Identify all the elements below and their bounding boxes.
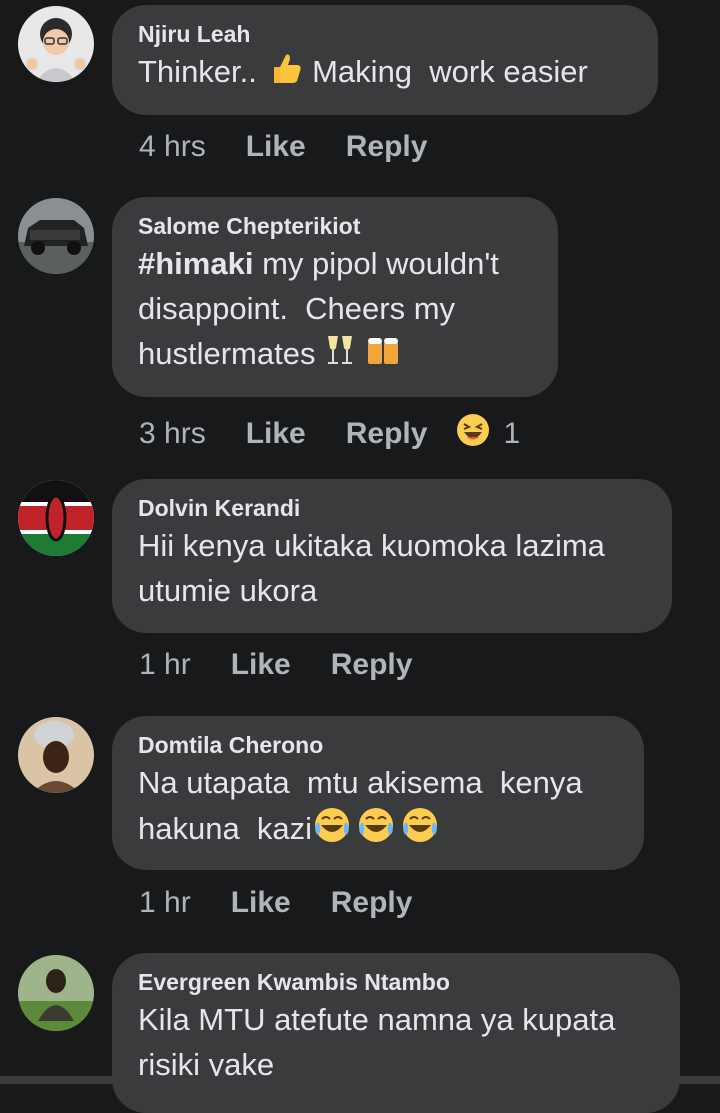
profile-picture-icon (18, 198, 94, 274)
commenter-name[interactable]: Njiru Leah (138, 19, 632, 49)
like-button[interactable]: Like (231, 648, 291, 682)
profile-picture-icon (18, 6, 94, 82)
comment-text: Kila MTU atefute namna ya kupata risiki … (138, 1002, 616, 1082)
comment-text: #himaki my pipol wouldn't disappoint. Ch… (138, 241, 532, 380)
profile-picture-icon (18, 480, 94, 556)
comment-text: Hii kenya ukitaka kuomoka lazima utumie … (138, 528, 605, 608)
haha-reaction-icon (455, 412, 491, 456)
commenter-name[interactable]: Domtila Cherono (138, 730, 618, 760)
avatar[interactable] (18, 198, 94, 274)
tears-of-joy-emoji-icon (312, 805, 444, 857)
comment-time[interactable]: 4 hrs (139, 130, 206, 164)
reply-button[interactable]: Reply (346, 417, 428, 451)
commenter-name[interactable]: Dolvin Kerandi (138, 493, 646, 523)
like-button[interactable]: Like (231, 886, 291, 920)
commenter-name[interactable]: Salome Chepterikiot (138, 211, 532, 241)
bottom-bar-edge (0, 1076, 720, 1084)
avatar[interactable] (18, 717, 94, 793)
champagne-and-beer-emoji-icon (324, 332, 404, 380)
avatar[interactable] (18, 955, 94, 1031)
comment-time[interactable]: 1 hr (139, 886, 191, 920)
comment-bubble: Evergreen Kwambis Ntambo Kila MTU atefut… (112, 953, 680, 1113)
hashtag-link[interactable]: #himaki (138, 246, 253, 281)
avatar[interactable] (18, 480, 94, 556)
comment-bubble: Dolvin Kerandi Hii kenya ukitaka kuomoka… (112, 479, 672, 633)
reply-button[interactable]: Reply (331, 648, 413, 682)
thumbs-up-emoji-icon (266, 49, 304, 99)
avatar[interactable] (18, 6, 94, 82)
reply-button[interactable]: Reply (331, 886, 413, 920)
reaction-count: 1 (503, 417, 521, 450)
comment-bubble: Domtila Cherono Na utapata mtu akisema k… (112, 716, 644, 870)
comment-time[interactable]: 3 hrs (139, 417, 206, 451)
reaction-summary[interactable]: 1 (455, 412, 520, 456)
profile-picture-icon (18, 717, 94, 793)
comment-meta: 1 hr Like Reply (139, 648, 452, 682)
comment-text: Na utapata mtu akisema kenya hakuna kazi (138, 760, 618, 857)
profile-picture-icon (18, 955, 94, 1031)
comment-meta: 3 hrs Like Reply 1 (139, 412, 520, 456)
reply-button[interactable]: Reply (346, 130, 428, 164)
like-button[interactable]: Like (246, 417, 306, 451)
comment-time[interactable]: 1 hr (139, 648, 191, 682)
comment-bubble: Salome Chepterikiot #himaki my pipol wou… (112, 197, 558, 397)
comment-text: Thinker.. Making work easier (138, 49, 632, 99)
comment-meta: 1 hr Like Reply (139, 886, 452, 920)
commenter-name[interactable]: Evergreen Kwambis Ntambo (138, 967, 654, 997)
comment-meta: 4 hrs Like Reply (139, 130, 467, 164)
like-button[interactable]: Like (246, 130, 306, 164)
comment-bubble: Njiru Leah Thinker.. Making work easier (112, 5, 658, 115)
